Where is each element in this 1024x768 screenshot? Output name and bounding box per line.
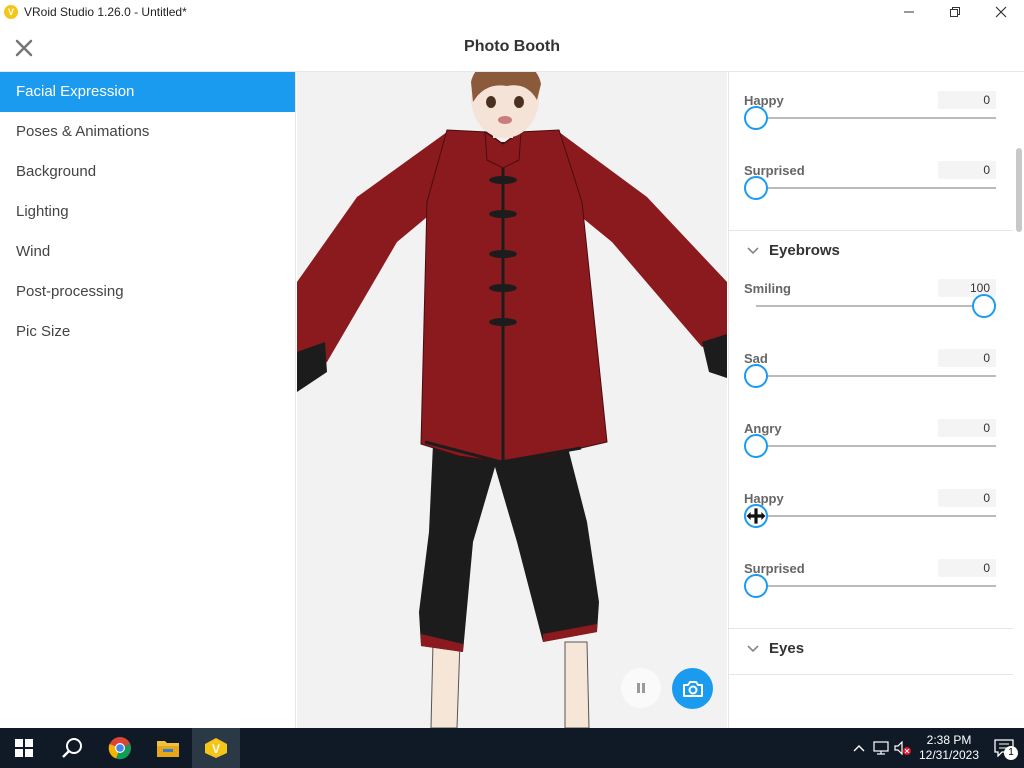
section-title: Eyebrows (769, 242, 840, 259)
close-window-button[interactable] (978, 0, 1024, 24)
slider-label: Smiling (744, 281, 791, 296)
vroid-app-icon: V (4, 5, 18, 19)
minimize-icon (904, 11, 914, 13)
window-controls (886, 0, 1024, 24)
action-center-button[interactable]: 1 (984, 728, 1024, 768)
slider-thumb[interactable] (744, 176, 768, 200)
avatar-model (297, 72, 727, 728)
pause-icon (637, 683, 645, 693)
windows-taskbar: V 2:38 PM 12/31/2023 1 (0, 728, 1024, 768)
slider-surprised-mouth[interactable]: Surprised 0 (744, 161, 996, 223)
slider-eyebrows-happy[interactable]: Happy 0 (744, 489, 996, 551)
window-title: VRoid Studio 1.26.0 - Untitled* (24, 5, 187, 19)
slider-value-input[interactable]: 0 (938, 419, 996, 437)
section-divider (729, 674, 1013, 675)
slider-thumb[interactable] (972, 294, 996, 318)
slider-thumb[interactable] (744, 364, 768, 388)
volume-button[interactable] (892, 728, 914, 768)
window-titlebar: V VRoid Studio 1.26.0 - Untitled* (0, 0, 1024, 24)
taskbar-clock[interactable]: 2:38 PM 12/31/2023 (914, 733, 984, 763)
eyes-section-header[interactable]: Eyes (747, 640, 804, 657)
slider-value-input[interactable]: 0 (938, 161, 996, 179)
volume-muted-icon (894, 741, 911, 755)
panel-scrollbar[interactable] (1016, 148, 1022, 232)
minimize-button[interactable] (886, 0, 932, 24)
chevron-down-icon (747, 246, 759, 255)
clock-time: 2:38 PM (926, 733, 972, 747)
sidebar-item-post-processing[interactable]: Post-processing (0, 272, 295, 312)
camera-icon (682, 680, 703, 697)
sidebar-item-poses-animations[interactable]: Poses & Animations (0, 112, 295, 152)
model-viewport[interactable] (297, 72, 727, 728)
slider-track[interactable] (756, 515, 996, 517)
slider-track[interactable] (756, 375, 996, 377)
chevron-up-icon (853, 745, 865, 752)
taskbar-vroid-studio[interactable]: V (192, 728, 240, 768)
clock-date: 12/31/2023 (918, 748, 980, 762)
notification-count-badge: 1 (1004, 746, 1018, 760)
slider-thumb[interactable] (744, 434, 768, 458)
sidebar-item-background[interactable]: Background (0, 152, 295, 192)
slider-label: Happy (744, 93, 784, 108)
start-button[interactable] (0, 728, 48, 768)
slider-happy-mouth[interactable]: Happy 0 (744, 91, 996, 153)
sidebar-item-facial-expression[interactable]: Facial Expression (0, 72, 295, 112)
slider-track[interactable] (756, 187, 996, 189)
slider-eyebrows-sad[interactable]: Sad 0 (744, 349, 996, 411)
slider-label: Angry (744, 421, 782, 436)
slider-eyebrows-smiling[interactable]: Smiling 100 (744, 279, 996, 341)
restore-icon (950, 7, 960, 17)
chevron-down-icon (747, 644, 759, 653)
section-divider (729, 230, 1013, 231)
slider-track[interactable] (756, 305, 996, 307)
search-button[interactable] (48, 728, 96, 768)
expression-settings-panel[interactable]: Happy 0 Surprised 0 Eyebrows Smiling 100… (728, 72, 1024, 728)
system-tray: 2:38 PM 12/31/2023 1 (848, 728, 1024, 768)
maximize-button[interactable] (932, 0, 978, 24)
vroid-app-icon: V (205, 738, 227, 758)
close-icon (995, 6, 1007, 18)
slider-eyebrows-angry[interactable]: Angry 0 (744, 419, 996, 481)
slider-track[interactable] (756, 445, 996, 447)
pause-animation-button[interactable] (621, 668, 661, 708)
slider-label: Happy (744, 491, 784, 506)
slider-track[interactable] (756, 117, 996, 119)
chrome-icon (108, 737, 131, 760)
network-icon (873, 741, 889, 755)
svg-text:V: V (212, 742, 220, 756)
slider-track[interactable] (756, 585, 996, 587)
windows-logo-icon (15, 739, 33, 757)
taskbar-file-explorer[interactable] (144, 728, 192, 768)
slider-eyebrows-surprised[interactable]: Surprised 0 (744, 559, 996, 621)
sidebar-item-wind[interactable]: Wind (0, 232, 295, 272)
photo-booth-header: Photo Booth (0, 24, 1024, 72)
sidebar-item-lighting[interactable]: Lighting (0, 192, 295, 232)
sidebar-item-pic-size[interactable]: Pic Size (0, 312, 295, 352)
search-icon (62, 738, 82, 758)
category-sidebar: Facial Expression Poses & Animations Bac… (0, 72, 296, 728)
slider-value-input[interactable]: 0 (938, 91, 996, 109)
slider-value-input[interactable]: 0 (938, 349, 996, 367)
slider-value-input[interactable]: 0 (938, 489, 996, 507)
folder-icon (157, 741, 179, 757)
show-hidden-icons-button[interactable] (848, 728, 870, 768)
take-photo-button[interactable] (672, 668, 713, 709)
eyebrows-section-header[interactable]: Eyebrows (747, 242, 840, 259)
slider-value-input[interactable]: 0 (938, 559, 996, 577)
page-title: Photo Booth (464, 38, 560, 55)
taskbar-chrome[interactable] (96, 728, 144, 768)
network-button[interactable] (870, 728, 892, 768)
section-title: Eyes (769, 640, 805, 657)
slider-thumb[interactable] (744, 106, 768, 130)
slider-thumb[interactable] (744, 574, 768, 598)
resize-cursor-icon (745, 507, 767, 525)
section-divider (729, 628, 1013, 629)
